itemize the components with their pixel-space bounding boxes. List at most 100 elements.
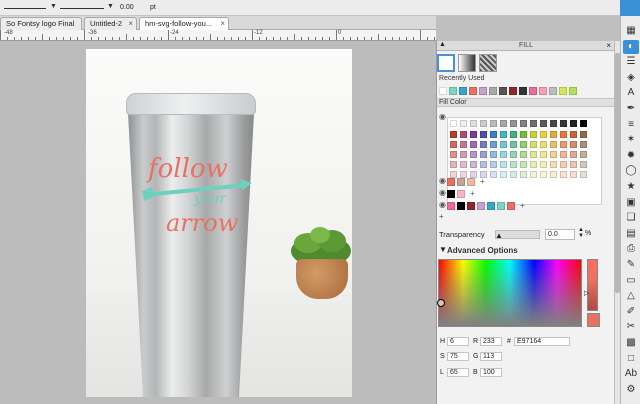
design-canvas[interactable]: follow your arrow (0, 41, 436, 404)
recent-swatch[interactable] (529, 87, 537, 95)
slider-arrow-icon[interactable]: ▷ (584, 289, 589, 297)
settings-icon[interactable]: ⚙ (623, 383, 639, 397)
palette-swatch[interactable] (510, 131, 517, 138)
advanced-options-label[interactable]: Advanced Options (447, 246, 518, 255)
palette-swatch[interactable] (580, 131, 587, 138)
user-swatch[interactable] (447, 202, 455, 210)
palette-swatch[interactable] (570, 171, 577, 178)
recent-swatch[interactable] (509, 87, 517, 95)
palette-swatch[interactable] (450, 171, 457, 178)
palette-swatch[interactable] (470, 131, 477, 138)
palette-swatch[interactable] (460, 151, 467, 158)
palette-swatch[interactable] (580, 161, 587, 168)
align-icon[interactable]: ≡ (623, 118, 639, 132)
stepper-arrows-icon[interactable]: ▲ ▼ (578, 227, 584, 239)
trace-icon[interactable]: ◈ (623, 71, 639, 85)
palette-swatch[interactable] (490, 151, 497, 158)
color-picker-field[interactable] (437, 259, 582, 327)
grayscale-swatch[interactable] (530, 120, 537, 127)
palette-swatch[interactable] (500, 151, 507, 158)
palette-swatch[interactable] (500, 171, 507, 178)
palette-visibility-icon[interactable]: ◉ (439, 177, 446, 185)
grayscale-swatch[interactable] (470, 120, 477, 127)
user-swatch[interactable] (467, 178, 475, 186)
recent-swatch[interactable] (439, 87, 447, 95)
palette-swatch[interactable] (540, 171, 547, 178)
l-input[interactable]: 65 (447, 368, 469, 377)
fill-type-gradient[interactable] (458, 54, 476, 72)
palette-swatch[interactable] (470, 151, 477, 158)
tumbler-photo[interactable]: follow your arrow (86, 49, 352, 397)
palette-swatch[interactable] (570, 161, 577, 168)
grayscale-swatch[interactable] (580, 120, 587, 127)
tab-hm-svg-follow[interactable]: hm-svg-follow-you... × (139, 17, 229, 30)
grayscale-swatch[interactable] (460, 120, 467, 127)
replicate-icon[interactable]: ✶ (623, 133, 639, 147)
palette-swatch[interactable] (530, 171, 537, 178)
offset-icon[interactable]: ◯ (623, 164, 639, 178)
palette-swatch[interactable] (550, 161, 557, 168)
transparency-input[interactable]: 0.0 (545, 229, 575, 240)
stroke-width-input[interactable]: 0.00 (120, 4, 140, 11)
user-swatch[interactable] (447, 178, 455, 186)
grayscale-swatch[interactable] (560, 120, 567, 127)
palette-swatch[interactable] (470, 141, 477, 148)
palette-swatch[interactable] (560, 171, 567, 178)
star-icon[interactable]: ★ (623, 180, 639, 194)
palette-swatch[interactable] (560, 141, 567, 148)
palette-swatch[interactable] (500, 161, 507, 168)
color-tone-slider[interactable] (587, 259, 598, 311)
palette-swatch[interactable] (460, 131, 467, 138)
palette-swatch[interactable] (570, 141, 577, 148)
palette-swatch[interactable] (540, 151, 547, 158)
palette-swatch[interactable] (490, 131, 497, 138)
user-swatch[interactable] (457, 178, 465, 186)
recent-swatch[interactable] (499, 87, 507, 95)
palette-swatch[interactable] (520, 161, 527, 168)
shape-icon[interactable]: △ (623, 289, 639, 303)
user-swatch[interactable] (487, 202, 495, 210)
grayscale-swatch[interactable] (540, 120, 547, 127)
add-swatch-icon[interactable]: + (470, 190, 475, 198)
hex-input[interactable]: E97164 (514, 337, 570, 346)
recent-swatch[interactable] (459, 87, 467, 95)
fill-type-solid[interactable] (437, 54, 455, 72)
palette-swatch[interactable] (520, 131, 527, 138)
grayscale-swatch[interactable] (550, 120, 557, 127)
palette-swatch[interactable] (560, 131, 567, 138)
palette-swatch[interactable] (450, 151, 457, 158)
tab-so-fontsy[interactable]: So Fontsy logo Final (0, 17, 82, 30)
palette-swatch[interactable] (450, 131, 457, 138)
recent-swatch[interactable] (489, 87, 497, 95)
palette-swatch[interactable] (450, 141, 457, 148)
follow-your-arrow-design[interactable]: follow your arrow (142, 147, 252, 239)
layers-icon[interactable]: ❑ (623, 211, 639, 225)
text-icon[interactable]: A (623, 86, 639, 100)
palette-swatch[interactable] (540, 161, 547, 168)
palette-swatch[interactable] (510, 161, 517, 168)
grayscale-swatch[interactable] (490, 120, 497, 127)
palette-visibility-icon[interactable]: ◉ (439, 189, 446, 197)
user-swatch[interactable] (447, 190, 455, 198)
palette-swatch[interactable] (550, 131, 557, 138)
fill-type-pattern[interactable] (479, 54, 497, 72)
b-input[interactable]: 100 (480, 368, 502, 377)
user-swatch[interactable] (457, 190, 465, 198)
r-input[interactable]: 233 (480, 337, 502, 346)
modify-icon[interactable]: ▣ (623, 196, 639, 210)
palette-swatch[interactable] (480, 151, 487, 158)
cut-settings-icon[interactable]: ▦ (623, 24, 639, 38)
close-icon[interactable]: × (128, 18, 133, 30)
palette-swatch[interactable] (520, 141, 527, 148)
recent-swatch[interactable] (519, 87, 527, 95)
picker-marker[interactable] (437, 299, 445, 307)
palette-swatch[interactable] (510, 171, 517, 178)
palette-swatch[interactable] (450, 161, 457, 168)
palette-swatch[interactable] (500, 131, 507, 138)
palette-visibility-icon[interactable]: ◉ (439, 201, 446, 209)
add-swatch-icon[interactable]: + (520, 202, 525, 210)
knife-icon[interactable]: ✂ (623, 320, 639, 334)
user-swatch[interactable] (477, 202, 485, 210)
palette-swatch[interactable] (490, 161, 497, 168)
weld-icon[interactable]: ✹ (623, 149, 639, 163)
